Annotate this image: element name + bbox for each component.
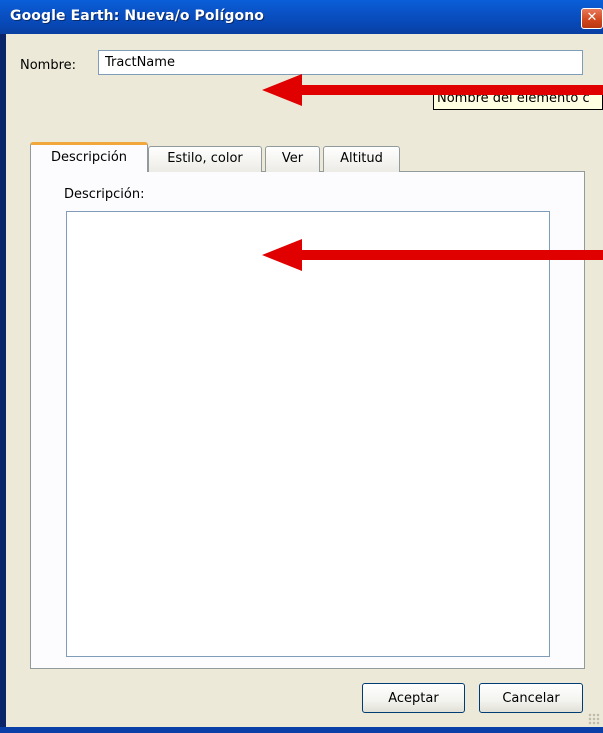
cancel-button[interactable]: Cancelar [479, 683, 583, 713]
ok-button[interactable]: Aceptar [362, 683, 465, 713]
annotation-arrow-name [262, 74, 603, 106]
description-label: Descripción: [64, 187, 145, 202]
window-title: Google Earth: Nueva/o Polígono [10, 8, 265, 24]
tab-altitud[interactable]: Altitud [323, 146, 400, 172]
close-icon[interactable]: ✕ [581, 8, 603, 29]
name-input[interactable] [98, 50, 583, 75]
resize-grip[interactable] [588, 713, 600, 725]
description-textarea[interactable] [66, 211, 550, 657]
tab-label: Descripción [50, 150, 128, 165]
tab-ver[interactable]: Ver [265, 146, 320, 172]
title-bar[interactable]: Google Earth: Nueva/o Polígono ✕ [0, 0, 603, 34]
tab-descripcion[interactable]: Descripción [30, 142, 148, 172]
name-label: Nombre: [20, 58, 77, 73]
tab-label: Altitud [340, 151, 383, 166]
tab-estilo-color[interactable]: Estilo, color [148, 146, 262, 172]
window-bottom-border [0, 727, 603, 733]
annotation-arrow-description [262, 239, 603, 271]
tab-label: Ver [281, 151, 304, 166]
dialog-window: Google Earth: Nueva/o Polígono ✕ Nombre:… [0, 0, 603, 733]
tab-label: Estilo, color [167, 151, 243, 166]
